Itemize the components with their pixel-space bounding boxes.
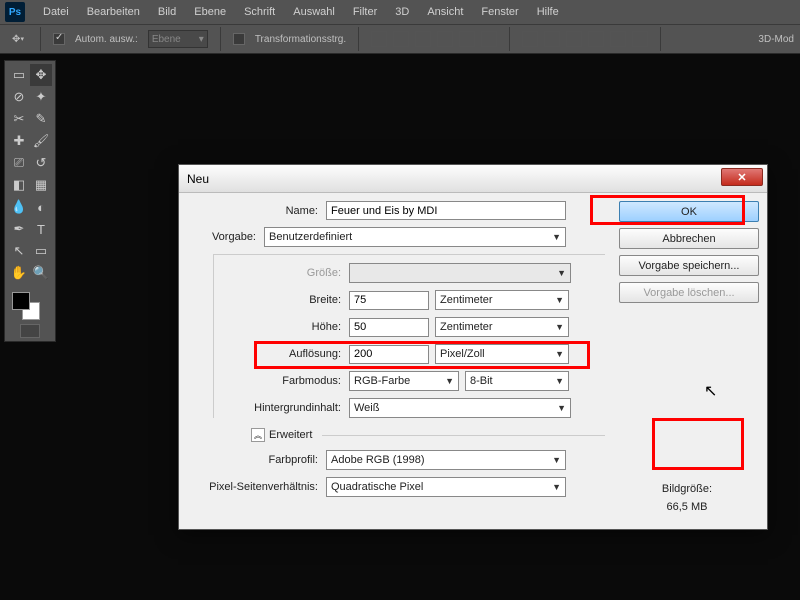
gradient-tool[interactable]: ▦: [30, 174, 52, 196]
menu-item[interactable]: Ebene: [194, 6, 226, 18]
resolution-label: Auflösung:: [214, 348, 349, 360]
width-label: Breite:: [214, 294, 349, 306]
options-bar: ✥▾ Autom. ausw.: Ebene▾ Transformationss…: [0, 24, 800, 54]
pen-tool[interactable]: ✒: [8, 218, 30, 240]
preset-label: Vorgabe:: [191, 231, 264, 243]
chevron-up-icon: ︽: [251, 428, 265, 442]
height-input[interactable]: [349, 318, 429, 337]
menu-item[interactable]: Filter: [353, 6, 377, 18]
ok-button[interactable]: OK: [619, 201, 759, 222]
menu-item[interactable]: Bild: [158, 6, 176, 18]
mode-label: 3D-Mod: [758, 34, 794, 45]
align-icon[interactable]: [459, 31, 475, 47]
zoom-tool[interactable]: 🔍: [30, 262, 52, 284]
crop-tool[interactable]: ✂: [8, 108, 30, 130]
menu-bar: Ps Datei Bearbeiten Bild Ebene Schrift A…: [0, 0, 800, 24]
eraser-tool[interactable]: ◧: [8, 174, 30, 196]
profile-label: Farbprofil:: [191, 454, 326, 466]
bgcontent-dropdown[interactable]: Weiß▼: [349, 398, 571, 418]
wand-tool[interactable]: ✦: [30, 86, 52, 108]
resolution-input[interactable]: [349, 345, 429, 364]
foreground-color-swatch[interactable]: [12, 292, 30, 310]
move-tool-icon: ✥▾: [8, 29, 28, 49]
profile-dropdown[interactable]: Adobe RGB (1998)▼: [326, 450, 566, 470]
eyedropper-tool[interactable]: ✎: [30, 108, 52, 130]
pixelratio-dropdown[interactable]: Quadratische Pixel▼: [326, 477, 566, 497]
move-tool[interactable]: ✥: [30, 64, 52, 86]
stamp-tool[interactable]: ⎚: [8, 152, 30, 174]
resolution-unit-dropdown[interactable]: Pixel/Zoll▼: [435, 344, 569, 364]
colormode-dropdown[interactable]: RGB-Farbe▼: [349, 371, 459, 391]
close-button[interactable]: ✕: [721, 168, 763, 186]
align-icon[interactable]: [393, 31, 409, 47]
app-logo-icon: Ps: [5, 2, 25, 22]
advanced-toggle[interactable]: ︽ Erweitert: [251, 428, 605, 442]
hand-tool[interactable]: ✋: [8, 262, 30, 284]
transform-controls-label: Transformationsstrg.: [255, 34, 346, 45]
marquee-tool[interactable]: ▭: [8, 64, 30, 86]
autoselect-checkbox[interactable]: [53, 33, 65, 45]
history-brush-tool[interactable]: ↺: [30, 152, 52, 174]
dodge-tool[interactable]: ◐: [30, 196, 52, 218]
image-size-value: 66,5 MB: [619, 501, 755, 513]
align-icon[interactable]: [371, 31, 387, 47]
size-dropdown: ▼: [349, 263, 571, 283]
distribute-icon[interactable]: [522, 31, 538, 47]
width-input[interactable]: [349, 291, 429, 310]
save-preset-button[interactable]: Vorgabe speichern...: [619, 255, 759, 276]
shape-tool[interactable]: ▭: [30, 240, 52, 262]
cancel-button[interactable]: Abbrechen: [619, 228, 759, 249]
align-icon[interactable]: [437, 31, 453, 47]
menu-item[interactable]: Hilfe: [537, 6, 559, 18]
distribute-icons-group: [522, 31, 648, 47]
pixelratio-label: Pixel-Seitenverhältnis:: [191, 481, 326, 493]
bitdepth-dropdown[interactable]: 8-Bit▼: [465, 371, 569, 391]
distribute-icon[interactable]: [632, 31, 648, 47]
menu-item[interactable]: Fenster: [481, 6, 518, 18]
delete-preset-button: Vorgabe löschen...: [619, 282, 759, 303]
height-unit-dropdown[interactable]: Zentimeter▼: [435, 317, 569, 337]
new-document-dialog: Neu ✕ Name: Vorgabe: Benutzerdefiniert▼ …: [178, 164, 768, 530]
autoselect-target-dropdown[interactable]: Ebene▾: [148, 30, 208, 48]
toolbox: ▭✥ ⊘✦ ✂✎ ✚🖌 ⎚↺ ◧▦ 💧◐ ✒T ↖▭ ✋🔍: [4, 60, 56, 342]
dialog-title: Neu: [187, 172, 209, 186]
menu-item[interactable]: Ansicht: [427, 6, 463, 18]
image-size-info: Bildgröße: 66,5 MB: [619, 483, 755, 513]
quickmask-icon[interactable]: [20, 324, 40, 338]
height-label: Höhe:: [214, 321, 349, 333]
bgcontent-label: Hintergrundinhalt:: [214, 402, 349, 414]
distribute-icon[interactable]: [610, 31, 626, 47]
transform-controls-checkbox[interactable]: [233, 33, 245, 45]
autoselect-label: Autom. ausw.:: [75, 34, 138, 45]
type-tool[interactable]: T: [30, 218, 52, 240]
blur-tool[interactable]: 💧: [8, 196, 30, 218]
align-icon[interactable]: [415, 31, 431, 47]
name-label: Name:: [191, 205, 326, 217]
lasso-tool[interactable]: ⊘: [8, 86, 30, 108]
color-swatches[interactable]: [8, 290, 52, 320]
distribute-icon[interactable]: [588, 31, 604, 47]
menu-item[interactable]: Datei: [43, 6, 69, 18]
align-icon[interactable]: [481, 31, 497, 47]
align-icons-group: [371, 31, 497, 47]
healing-tool[interactable]: ✚: [8, 130, 30, 152]
menu-item[interactable]: Schrift: [244, 6, 275, 18]
name-input[interactable]: [326, 201, 566, 220]
dialog-titlebar[interactable]: Neu ✕: [179, 165, 767, 193]
menu-item[interactable]: Bearbeiten: [87, 6, 140, 18]
width-unit-dropdown[interactable]: Zentimeter▼: [435, 290, 569, 310]
preset-dropdown[interactable]: Benutzerdefiniert▼: [264, 227, 566, 247]
distribute-icon[interactable]: [566, 31, 582, 47]
menu-item[interactable]: 3D: [395, 6, 409, 18]
colormode-label: Farbmodus:: [214, 375, 349, 387]
menu-item[interactable]: Auswahl: [293, 6, 335, 18]
image-size-label: Bildgröße:: [619, 483, 755, 495]
brush-tool[interactable]: 🖌: [30, 130, 52, 152]
size-label: Größe:: [214, 267, 349, 279]
distribute-icon[interactable]: [544, 31, 560, 47]
path-select-tool[interactable]: ↖: [8, 240, 30, 262]
